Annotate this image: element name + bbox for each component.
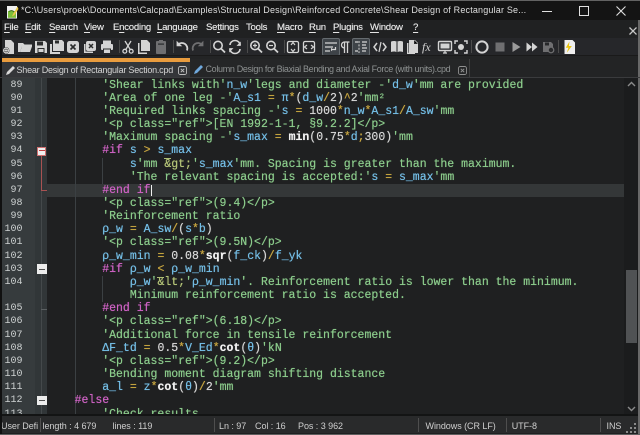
svg-text:fx: fx xyxy=(422,40,431,54)
